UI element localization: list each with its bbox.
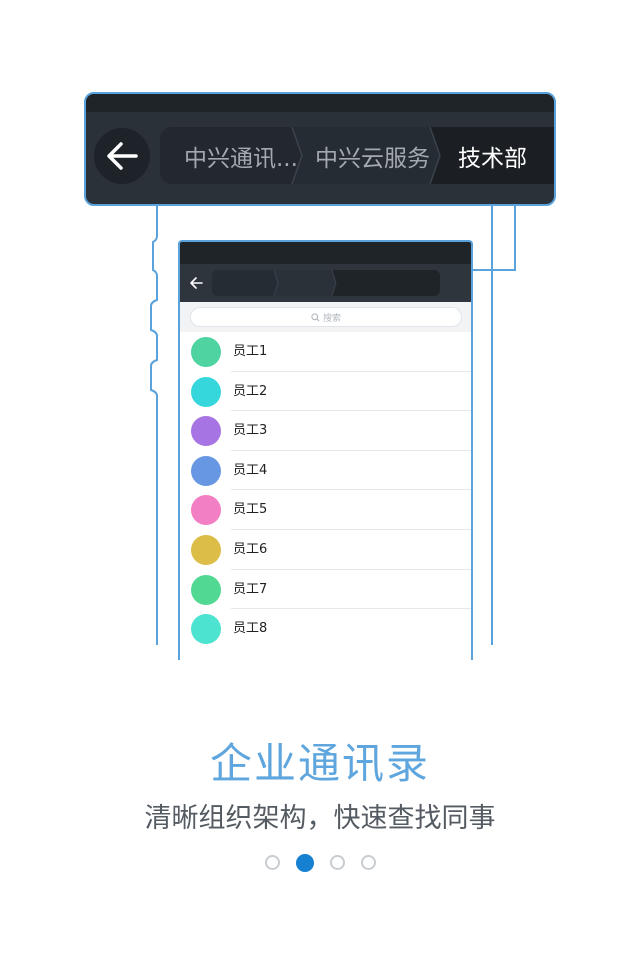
list-item[interactable]: 员工1 — [180, 332, 471, 372]
avatar — [191, 574, 221, 605]
avatar — [191, 455, 221, 486]
avatar — [191, 495, 221, 526]
list-item[interactable]: 员工2 — [180, 372, 471, 412]
list-item[interactable]: 员工7 — [180, 570, 471, 610]
page-dot-1[interactable] — [264, 855, 280, 870]
employee-name: 员工3 — [233, 423, 268, 439]
status-bar — [86, 94, 554, 112]
back-arrow-icon — [107, 142, 138, 170]
employee-name: 员工7 — [233, 581, 268, 597]
page-dot-4[interactable] — [360, 855, 376, 870]
employee-name: 员工2 — [233, 383, 268, 399]
avatar — [191, 614, 221, 645]
employee-name: 员工8 — [233, 621, 268, 637]
list-item[interactable]: 员工5 — [180, 490, 471, 530]
avatar — [191, 416, 221, 447]
breadcrumb-item-cloud-service[interactable]: 中兴云服务 — [315, 127, 430, 184]
breadcrumb: 中兴通讯... 中兴云服务 技术部 — [160, 127, 554, 184]
avatar — [191, 534, 221, 565]
list-item[interactable]: 员工8 — [180, 609, 471, 649]
list-item[interactable]: 员工6 — [180, 530, 471, 570]
phone-screen: 搜索 员工1 员工2 员工3 员工4 员工5 员工6 员工7 员工8 — [178, 240, 473, 660]
zoomed-breadcrumb-bar: 中兴通讯... 中兴云服务 技术部 — [84, 92, 556, 206]
breadcrumb-item-company[interactable]: 中兴通讯... — [184, 127, 298, 184]
page-indicator — [0, 853, 640, 872]
feature-title: 企业通讯录 — [209, 739, 430, 788]
list-item[interactable]: 员工4 — [180, 451, 471, 491]
phone-status-bar — [180, 242, 471, 264]
page-dot-3[interactable] — [329, 855, 345, 870]
back-arrow-icon[interactable] — [186, 273, 206, 293]
list-item[interactable]: 员工3 — [180, 411, 471, 451]
employee-name: 员工1 — [233, 344, 268, 359]
search-icon — [311, 312, 320, 321]
search-area: 搜索 — [180, 302, 471, 332]
employee-name: 员工4 — [233, 462, 268, 478]
employee-name: 员工6 — [233, 541, 268, 557]
back-button[interactable] — [94, 128, 150, 184]
phone-nav-bar — [180, 264, 471, 302]
search-input[interactable]: 搜索 — [190, 307, 462, 327]
mini-breadcrumb — [212, 270, 440, 296]
avatar — [191, 337, 221, 367]
page-dot-2-active[interactable] — [295, 853, 314, 872]
employee-name: 员工5 — [233, 502, 268, 518]
breadcrumb-item-tech-dept[interactable]: 技术部 — [458, 127, 527, 184]
search-placeholder: 搜索 — [322, 313, 341, 324]
avatar — [191, 376, 221, 407]
feature-subtitle: 清晰组织架构，快速查找同事 — [144, 803, 496, 834]
employee-list: 员工1 员工2 员工3 员工4 员工5 员工6 员工7 员工8 — [180, 332, 471, 649]
